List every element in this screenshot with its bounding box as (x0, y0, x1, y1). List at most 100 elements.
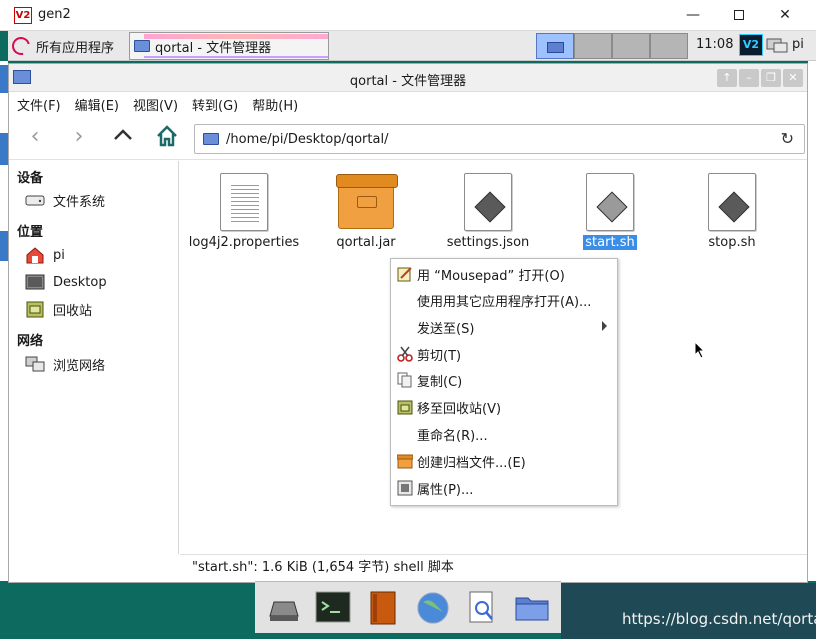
sidebar-item-home[interactable]: pi (25, 244, 65, 266)
watermark-text: https://blog.csdn.net/qortal (622, 610, 816, 628)
back-button[interactable]: ‹ (21, 124, 49, 152)
context-menu: 用 “Mousepad” 打开(O) 使用用其它应用程序打开(A)... 发送至… (390, 258, 618, 506)
file-manager-titlebar: qortal - 文件管理器 ↑ – ❐ ✕ (9, 64, 807, 92)
file-name: qortal.jar (336, 235, 396, 250)
menu-item-copy[interactable]: 复制(C) (391, 367, 617, 393)
script-file-icon (586, 173, 634, 231)
minimize-button[interactable]: – (739, 69, 759, 87)
menu-item-open-mousepad[interactable]: 用 “Mousepad” 打开(O) (391, 261, 617, 287)
mouse-cursor-icon (694, 340, 706, 359)
menu-item-cut[interactable]: 剪切(T) (391, 341, 617, 367)
panel-clock[interactable]: 11:08 (696, 37, 733, 52)
location-bar[interactable]: /home/pi/Desktop/qortal/ ↻ (194, 124, 805, 154)
menu-view[interactable]: 视图(V) (133, 95, 178, 114)
sidebar-item-label: 文件系统 (53, 194, 106, 210)
vnc-tray-icon[interactable]: V2 (739, 34, 763, 56)
sidebar-item-filesystem[interactable]: 文件系统 (25, 189, 105, 211)
properties-icon (397, 480, 413, 496)
location-path[interactable]: /home/pi/Desktop/qortal/ (226, 132, 388, 147)
sidebar-heading-places: 位置 (17, 225, 44, 240)
remote-desktop-right-edge (808, 61, 816, 581)
dock (255, 581, 561, 633)
network-icon (25, 355, 45, 373)
forward-button[interactable]: › (65, 124, 93, 152)
folder-icon (203, 133, 219, 145)
home-button[interactable] (153, 124, 181, 152)
sidebar-item-label: pi (53, 247, 65, 263)
web-browser-icon[interactable] (413, 588, 453, 628)
file-name: start.sh (583, 235, 637, 250)
trash-icon (397, 399, 413, 415)
workspace-3[interactable] (612, 33, 650, 59)
menu-edit[interactable]: 编辑(E) (75, 95, 119, 114)
file-item-start-sh[interactable]: start.sh (550, 173, 670, 250)
copy-icon (397, 372, 413, 388)
left-edge-highlight (0, 65, 8, 93)
vnc-window-titlebar: V2 gen2 — ✕ (0, 0, 816, 31)
maximize-icon (734, 10, 744, 20)
sidebar-item-label: 回收站 (53, 303, 93, 319)
folder-icon[interactable] (512, 588, 552, 628)
file-name: settings.json (446, 235, 530, 250)
shade-button[interactable]: ↑ (717, 69, 737, 87)
file-item-stop-sh[interactable]: stop.sh (672, 173, 792, 250)
file-item-qortal-jar[interactable]: qortal.jar (306, 173, 426, 250)
vnc-window-title: gen2 (38, 7, 71, 22)
menu-item-rename[interactable]: 重命名(R)... (391, 421, 617, 447)
left-edge-highlight (0, 133, 8, 165)
sidebar-item-network[interactable]: 浏览网络 (25, 353, 105, 375)
home-icon (157, 125, 177, 147)
network-tray-icon[interactable] (765, 35, 789, 55)
menu-item-move-to-trash[interactable]: 移至回收站(V) (391, 394, 617, 420)
applications-menu-button[interactable]: 所有应用程序 (8, 33, 115, 59)
sidebar-item-desktop[interactable]: Desktop (25, 271, 107, 293)
sidebar-item-label: 浏览网络 (53, 358, 106, 374)
panel-user[interactable]: pi (792, 37, 804, 52)
sidebar: 设备 文件系统 位置 pi Desktop 回收站 网络 浏览网络 (9, 161, 179, 554)
debian-icon (8, 33, 34, 59)
menu-item-open-with[interactable]: 使用用其它应用程序打开(A)... (391, 287, 617, 313)
close-button[interactable]: ✕ (783, 69, 803, 87)
archive-icon (396, 453, 414, 469)
menu-help[interactable]: 帮助(H) (252, 95, 298, 114)
sidebar-item-label: Desktop (53, 274, 107, 290)
menu-item-create-archive[interactable]: 创建归档文件...(E) (391, 448, 617, 474)
menubar: 文件(F) 编辑(E) 视图(V) 转到(G) 帮助(H) (9, 92, 807, 116)
file-item-settings-json[interactable]: settings.json (428, 173, 548, 250)
menu-item-label: 属性(P)... (417, 482, 474, 498)
menu-file[interactable]: 文件(F) (17, 95, 61, 114)
applications-menu-label: 所有应用程序 (36, 40, 115, 56)
file-manager-title: qortal - 文件管理器 (349, 74, 467, 89)
status-bar: "start.sh": 1.6 KiB (1,654 字节) shell 脚本 (180, 554, 807, 582)
vnc-logo-icon: V2 (14, 7, 32, 24)
taskbar-window-title: qortal - 文件管理器 (155, 40, 272, 56)
workspace-1[interactable] (536, 33, 574, 59)
menu-item-label: 用 “Mousepad” 打开(O) (417, 268, 565, 284)
file-item-log4j2[interactable]: log4j2.properties (184, 173, 304, 250)
sidebar-item-trash[interactable]: 回收站 (25, 298, 92, 320)
menu-go[interactable]: 转到(G) (192, 95, 238, 114)
menu-item-properties[interactable]: 属性(P)... (391, 475, 617, 501)
maximize-button[interactable] (716, 4, 762, 26)
menu-item-label: 移至回收站(V) (417, 401, 502, 417)
up-button[interactable] (109, 124, 137, 152)
sidebar-heading-network: 网络 (17, 334, 44, 349)
menu-item-send-to[interactable]: 发送至(S) (391, 314, 617, 340)
close-button[interactable]: ✕ (762, 4, 808, 26)
menu-item-label: 创建归档文件...(E) (417, 455, 526, 471)
terminal-icon[interactable] (313, 588, 353, 628)
minimize-button[interactable]: — (670, 4, 716, 26)
menu-item-label: 剪切(T) (417, 348, 462, 364)
reload-icon[interactable]: ↻ (781, 129, 794, 148)
menu-item-label: 使用用其它应用程序打开(A)... (417, 294, 592, 310)
drive-icon[interactable] (264, 588, 304, 628)
desktop-panel: 所有应用程序 qortal - 文件管理器 11:08 V2 pi (8, 31, 816, 61)
taskbar-window-button[interactable]: qortal - 文件管理器 (129, 32, 329, 60)
desktop-background (0, 583, 255, 639)
maximize-button[interactable]: ❐ (761, 69, 781, 87)
document-viewer-icon[interactable] (462, 588, 502, 628)
text-file-icon (220, 173, 268, 231)
workspace-2[interactable] (574, 33, 612, 59)
workspace-4[interactable] (650, 33, 688, 59)
book-icon[interactable] (363, 588, 403, 628)
